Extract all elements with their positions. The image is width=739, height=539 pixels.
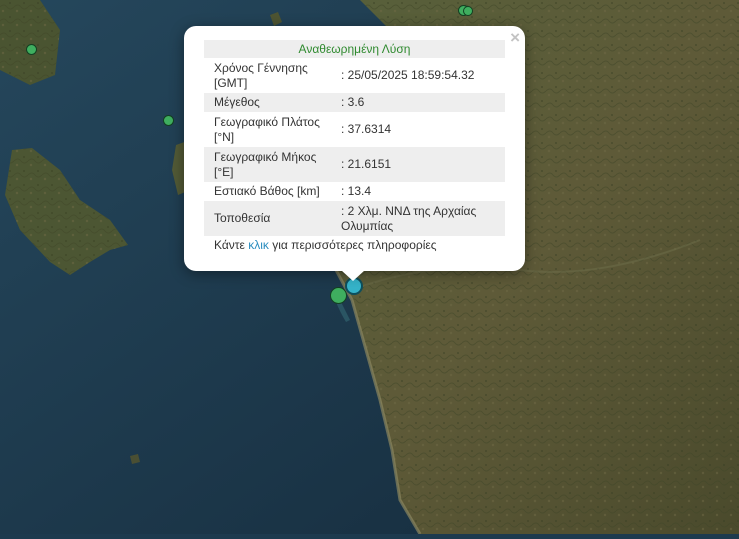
depth-label: Εστιακό Βάθος [km] (214, 184, 320, 198)
origin-time-label: Χρόνος Γέννησης [GMT] (214, 60, 308, 90)
earthquake-marker[interactable] (26, 44, 37, 55)
magnitude-label: Μέγεθος (204, 93, 331, 112)
table-row: Τοποθεσία : 2 Χλμ. ΝΝΔ της Αρχαίας Ολυμπ… (204, 201, 505, 236)
earthquake-details-table: Χρόνος Γέννησης [GMT] : 25/05/2025 18:59… (204, 58, 505, 236)
earthquake-marker[interactable] (330, 287, 347, 304)
table-row: Χρόνος Γέννησης [GMT] : 25/05/2025 18:59… (204, 58, 505, 93)
location-value: : 2 Χλμ. ΝΝΔ της Αρχαίας Ολυμπίας (331, 201, 505, 236)
location-label: Τοποθεσία (204, 201, 331, 236)
more-info-prefix: Κάντε (214, 238, 249, 252)
earthquake-marker[interactable] (163, 115, 174, 126)
table-row: Γεωγραφικό Μήκος [°E] : 21.6151 (204, 147, 505, 182)
popup-tip (341, 270, 365, 281)
more-info-link[interactable]: κλικ (248, 238, 269, 252)
earthquake-info-popup: × Αναθεωρημένη Λύση Χρόνος Γέννησης [GMT… (184, 26, 525, 271)
latitude-value: : 37.6314 (341, 122, 392, 136)
depth-value: : 13.4 (341, 184, 372, 198)
longitude-value: : 21.6151 (331, 147, 505, 182)
more-info-suffix: για περισσότερες πληροφορίες (268, 238, 437, 252)
more-info-text: Κάντε κλικ για περισσότερες πληροφορίες (204, 237, 505, 254)
earthquake-info: Αναθεωρημένη Λύση Χρόνος Γέννησης [GMT] … (204, 40, 505, 254)
earthquake-marker[interactable] (463, 6, 473, 16)
table-row: Μέγεθος : 3.6 (204, 93, 505, 112)
close-icon[interactable]: × (510, 29, 520, 47)
origin-time-value: : 25/05/2025 18:59:54.32 (341, 68, 475, 82)
magnitude-value: : 3.6 (331, 93, 505, 112)
longitude-label: Γεωγραφικό Μήκος [°E] (204, 147, 331, 182)
table-row: Εστιακό Βάθος [km] : 13.4 (204, 182, 505, 201)
popup-title: Αναθεωρημένη Λύση (204, 40, 505, 58)
latitude-label: Γεωγραφικό Πλάτος [°N] (214, 114, 320, 144)
table-row: Γεωγραφικό Πλάτος [°N] : 37.6314 (204, 112, 505, 147)
